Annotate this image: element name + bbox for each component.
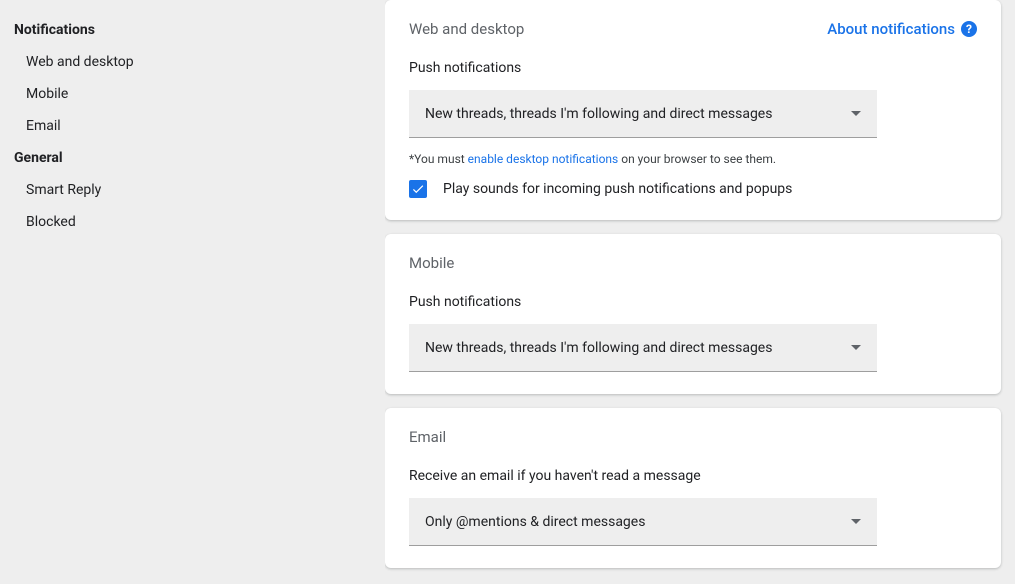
chevron-down-icon xyxy=(851,111,861,116)
web-push-select[interactable]: New threads, threads I'm following and d… xyxy=(409,90,877,138)
card-title-mobile: Mobile xyxy=(409,254,454,272)
sidebar-item-blocked[interactable]: Blocked xyxy=(14,206,385,238)
card-title-email: Email xyxy=(409,428,446,446)
sidebar-header-general: General xyxy=(14,142,385,174)
card-mobile: Mobile Push notifications New threads, t… xyxy=(385,234,1001,394)
email-field-label: Receive an email if you haven't read a m… xyxy=(409,468,977,484)
enable-desktop-notifications-link[interactable]: enable desktop notifications xyxy=(468,152,619,166)
sidebar-item-web-desktop[interactable]: Web and desktop xyxy=(14,46,385,78)
mobile-push-select-value: New threads, threads I'm following and d… xyxy=(425,340,772,356)
about-notifications-link[interactable]: About notifications ? xyxy=(827,20,977,38)
email-select-value: Only @mentions & direct messages xyxy=(425,514,645,530)
web-push-label: Push notifications xyxy=(409,60,977,76)
web-hint: *You must enable desktop notifications o… xyxy=(409,152,977,166)
sidebar-item-mobile[interactable]: Mobile xyxy=(14,78,385,110)
chevron-down-icon xyxy=(851,519,861,524)
web-push-select-value: New threads, threads I'm following and d… xyxy=(425,106,772,122)
chevron-down-icon xyxy=(851,345,861,350)
hint-suffix: on your browser to see them. xyxy=(618,152,776,166)
mobile-push-select[interactable]: New threads, threads I'm following and d… xyxy=(409,324,877,372)
play-sounds-label: Play sounds for incoming push notificati… xyxy=(443,181,792,197)
card-web-desktop: Web and desktop About notifications ? Pu… xyxy=(385,0,1001,220)
email-select[interactable]: Only @mentions & direct messages xyxy=(409,498,877,546)
hint-prefix: *You must xyxy=(409,152,468,166)
play-sounds-checkbox[interactable] xyxy=(409,180,427,198)
sidebar: Notifications Web and desktop Mobile Ema… xyxy=(0,0,385,584)
sidebar-item-smart-reply[interactable]: Smart Reply xyxy=(14,174,385,206)
main-content: Web and desktop About notifications ? Pu… xyxy=(385,0,1015,584)
mobile-push-label: Push notifications xyxy=(409,294,977,310)
card-title-web: Web and desktop xyxy=(409,20,524,38)
help-icon: ? xyxy=(961,21,977,37)
about-link-text: About notifications xyxy=(827,20,955,38)
check-icon xyxy=(411,182,425,196)
sidebar-header-notifications: Notifications xyxy=(14,14,385,46)
card-email: Email Receive an email if you haven't re… xyxy=(385,408,1001,568)
sidebar-item-email[interactable]: Email xyxy=(14,110,385,142)
